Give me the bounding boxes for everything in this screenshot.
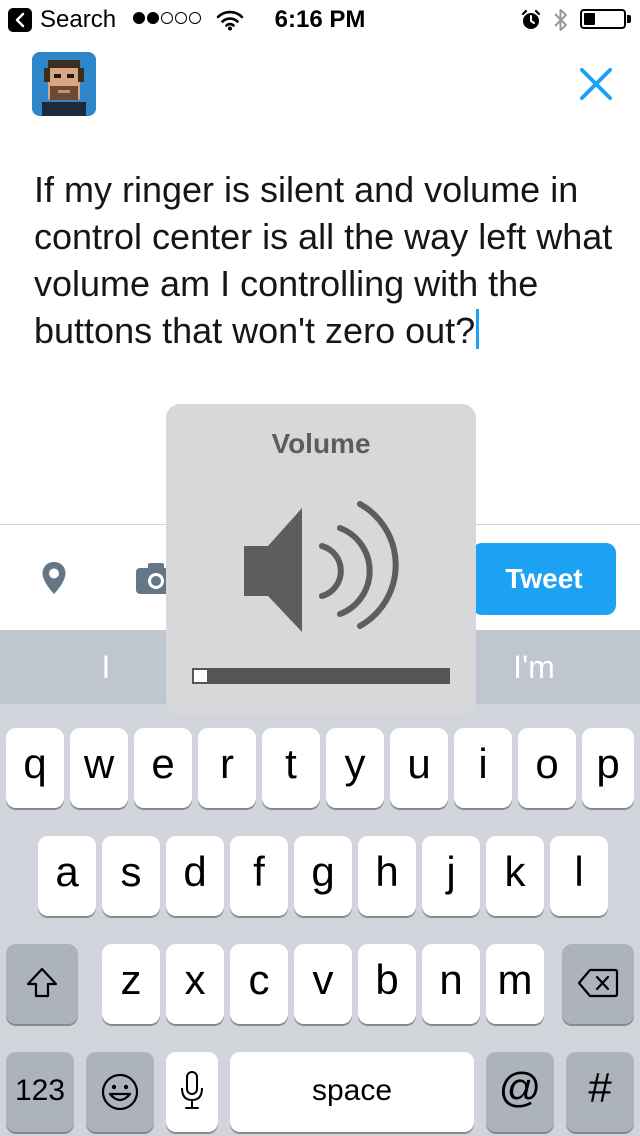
bluetooth-icon [554,9,567,31]
battery-tip [627,15,631,23]
tweet-button[interactable]: Tweet [472,543,616,615]
delete-key[interactable] [562,944,634,1024]
volume-hud-title: Volume [271,428,371,459]
key-n[interactable]: n [422,944,480,1024]
user-avatar-image [32,52,96,116]
key-b[interactable]: b [358,944,416,1024]
battery-icon [580,9,626,29]
hash-key[interactable]: # [566,1052,634,1132]
microphone-icon [181,1071,203,1109]
key-j[interactable]: j [422,836,480,916]
dictation-key[interactable] [166,1052,218,1132]
key-v[interactable]: v [294,944,352,1024]
key-r[interactable]: r [198,728,256,808]
key-l[interactable]: l [550,836,608,916]
backspace-icon [577,968,619,998]
key-s[interactable]: s [102,836,160,916]
volume-level-bar [192,668,450,684]
volume-hud: Volume [166,404,476,714]
key-g[interactable]: g [294,836,352,916]
key-i[interactable]: i [454,728,512,808]
tweet-compose-field[interactable]: If my ringer is silent and volume in con… [34,166,614,354]
key-t[interactable]: t [262,728,320,808]
key-k[interactable]: k [486,836,544,916]
location-pin-icon[interactable] [40,560,68,596]
key-y[interactable]: y [326,728,384,808]
shift-key[interactable] [6,944,78,1024]
speaker-icon [244,501,399,632]
volume-level-fill [194,670,207,682]
key-p[interactable]: p [582,728,634,808]
avatar[interactable] [32,52,96,116]
emoji-key[interactable] [86,1052,154,1132]
emoji-icon [101,1073,139,1111]
key-a[interactable]: a [38,836,96,916]
status-time: 6:16 PM [274,6,366,33]
tweet-text: If my ringer is silent and volume in con… [34,169,613,351]
at-key[interactable]: @ [486,1052,554,1132]
key-e[interactable]: e [134,728,192,808]
key-m[interactable]: m [486,944,544,1024]
key-u[interactable]: u [390,728,448,808]
key-o[interactable]: o [518,728,576,808]
close-icon[interactable] [576,64,616,104]
text-cursor [476,309,480,349]
key-c[interactable]: c [230,944,288,1024]
battery-level [584,13,595,25]
key-d[interactable]: d [166,836,224,916]
key-f[interactable]: f [230,836,288,916]
shift-icon [26,967,58,998]
alarm-clock-icon [521,9,541,29]
status-bar: Search 6:16 PM [0,0,640,40]
key-z[interactable]: z [102,944,160,1024]
numbers-key[interactable]: 123 [6,1052,74,1132]
key-h[interactable]: h [358,836,416,916]
key-x[interactable]: x [166,944,224,1024]
key-w[interactable]: w [70,728,128,808]
key-q[interactable]: q [6,728,64,808]
space-key[interactable]: space [230,1052,474,1132]
